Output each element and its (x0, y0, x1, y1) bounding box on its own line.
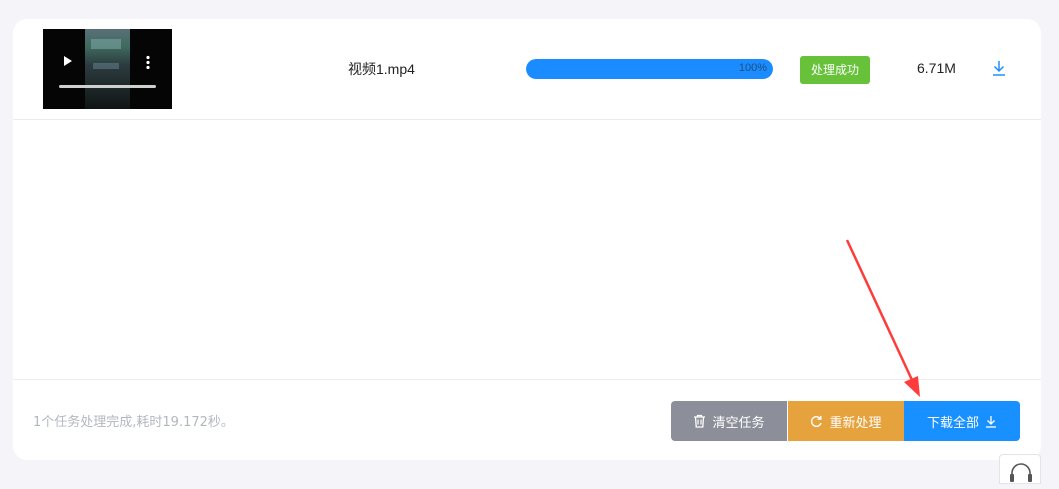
video-thumbnail[interactable] (43, 29, 172, 109)
task-card: 视频1.mp4 100% 处理成功 6.71M 1个任务处理完成,耗时19.17… (13, 19, 1041, 460)
refresh-icon (810, 415, 823, 428)
seek-bar[interactable] (59, 85, 156, 88)
status-badge: 处理成功 (800, 56, 870, 84)
download-all-label: 下载全部 (926, 414, 979, 430)
download-all-button[interactable]: 下载全部 (904, 401, 1020, 441)
progress-bar: 100% (526, 59, 773, 79)
video-frame (85, 29, 130, 109)
file-name: 视频1.mp4 (348, 61, 415, 77)
more-vertical-icon[interactable] (146, 55, 150, 69)
progress-fill (526, 59, 773, 79)
progress-text: 100% (738, 62, 767, 74)
trash-icon (693, 414, 706, 428)
reprocess-button[interactable]: 重新处理 (788, 401, 904, 441)
file-row: 视频1.mp4 100% 处理成功 6.71M (13, 19, 1041, 120)
task-summary: 1个任务处理完成,耗时19.172秒。 (33, 415, 234, 430)
file-size: 6.71M (917, 60, 956, 76)
clear-tasks-button[interactable]: 清空任务 (671, 401, 787, 441)
play-icon[interactable] (64, 56, 72, 66)
footer-bar: 1个任务处理完成,耗时19.172秒。 清空任务 重新处理 下载全部 (13, 379, 1041, 460)
clear-tasks-label: 清空任务 (712, 414, 765, 430)
download-icon[interactable] (991, 59, 1007, 77)
reprocess-label: 重新处理 (829, 414, 882, 430)
headset-icon[interactable] (999, 454, 1041, 484)
download-icon (985, 415, 997, 428)
